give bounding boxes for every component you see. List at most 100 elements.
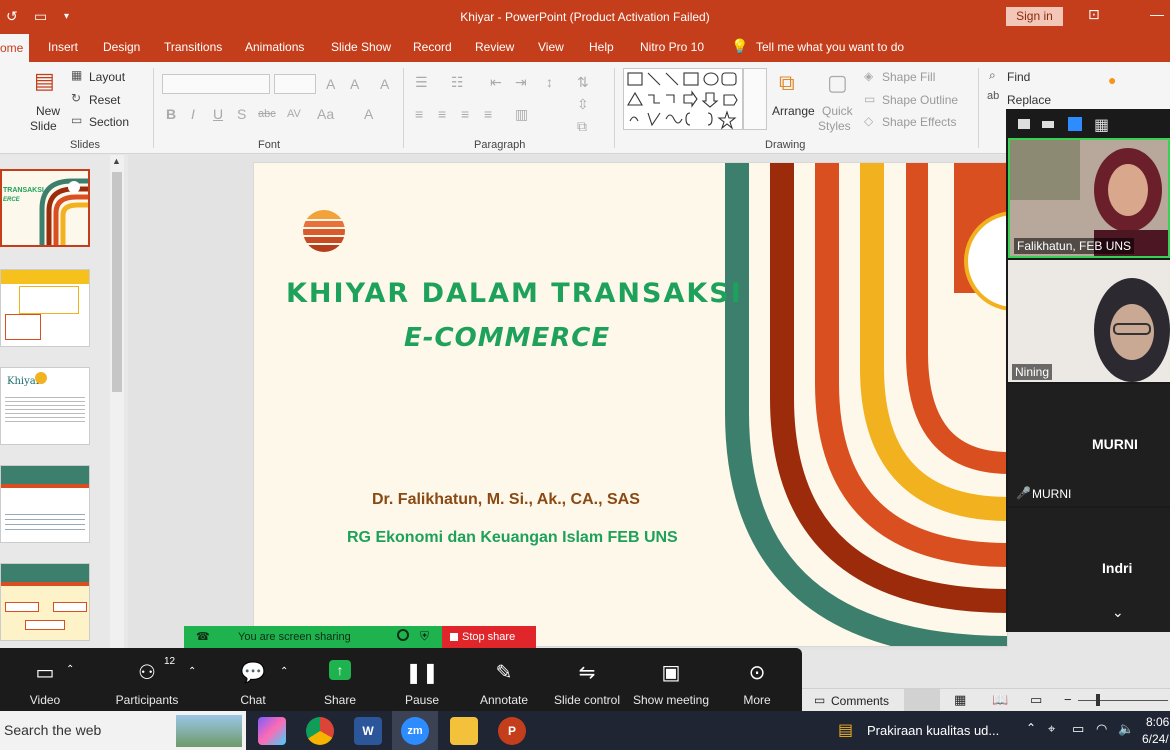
font-family-combo[interactable] xyxy=(162,74,270,94)
spacing-icon[interactable]: AV xyxy=(287,108,301,120)
powerpoint-icon[interactable]: P xyxy=(498,717,526,745)
slide-thumbnail-1[interactable]: TRANSAKSI ERCE xyxy=(0,169,90,247)
chat-button[interactable]: 💬 Chat xyxy=(226,648,280,711)
section-button[interactable]: Section xyxy=(89,115,129,129)
zoom-slider-thumb[interactable] xyxy=(1096,694,1100,706)
record-icon[interactable] xyxy=(397,629,409,641)
annotate-button[interactable]: ✎ Annotate xyxy=(474,648,534,711)
video-tile-2[interactable]: Nining xyxy=(1008,260,1170,382)
slide-sorter-icon[interactable]: ▦ xyxy=(954,692,966,708)
decrease-font-icon[interactable]: A xyxy=(350,76,359,92)
font-color-icon[interactable]: A xyxy=(364,106,373,122)
align-right-icon[interactable]: ≡ xyxy=(461,106,469,122)
zoom-app-icon[interactable]: zm xyxy=(401,717,429,745)
ribbon-display-icon[interactable]: ⊡ xyxy=(1088,6,1100,23)
weather-icon[interactable]: ▤ xyxy=(838,720,853,740)
increase-font-icon[interactable]: A xyxy=(326,76,335,92)
chevron-down-icon[interactable]: ⌄ xyxy=(1112,604,1124,621)
arrange-icon[interactable]: ⧉ xyxy=(779,70,795,96)
weather-text[interactable]: Prakiraan kualitas ud... xyxy=(867,723,999,738)
shadow-icon[interactable]: S xyxy=(237,106,246,122)
quick-styles-icon[interactable]: ▢ xyxy=(827,70,848,96)
shapes-more-button[interactable] xyxy=(743,68,767,130)
decrease-indent-icon[interactable]: ⇤ xyxy=(490,74,502,91)
slide-thumbnail-3[interactable]: Khiyar xyxy=(0,367,90,445)
zoom-slider[interactable] xyxy=(1078,700,1168,701)
current-slide[interactable]: KHIYAR DALAM TRANSAKSI E-COMMERCE Dr. Fa… xyxy=(253,162,1008,647)
replace-button[interactable]: Replace xyxy=(1007,93,1051,107)
tab-slide-show[interactable]: Slide Show xyxy=(331,40,391,54)
share-button[interactable]: ↑ Share xyxy=(312,648,368,711)
tab-view[interactable]: View xyxy=(538,40,564,54)
align-left-icon[interactable]: ≡ xyxy=(415,106,423,122)
video-button[interactable]: ▭ ⌃ Video xyxy=(14,648,76,711)
comments-button[interactable]: Comments xyxy=(831,694,889,708)
minimize-icon[interactable]: — xyxy=(1150,6,1164,22)
chrome-icon[interactable] xyxy=(306,717,334,745)
addins-icon[interactable]: ● xyxy=(1108,72,1116,88)
numbering-icon[interactable]: ☷ xyxy=(451,74,464,91)
location-icon[interactable]: ⌖ xyxy=(1048,721,1055,737)
chevron-up-icon[interactable]: ⌃ xyxy=(66,664,74,675)
slide-thumbnail-4[interactable] xyxy=(0,465,90,543)
tab-animations[interactable]: Animations xyxy=(245,40,304,54)
shield-icon[interactable]: ⛨ xyxy=(420,629,429,644)
participants-button[interactable]: ⚇ 12 Participants xyxy=(110,648,184,711)
chevron-up-icon[interactable]: ⌃ xyxy=(1026,721,1036,735)
tab-design[interactable]: Design xyxy=(103,40,140,54)
underline-icon[interactable]: U xyxy=(213,106,223,122)
volume-icon[interactable]: 🔈 xyxy=(1118,721,1134,737)
copilot-icon[interactable] xyxy=(258,717,286,745)
clock-time[interactable]: 8:06 xyxy=(1146,715,1169,729)
video-tile-1[interactable]: Falikhatun, FEB UNS xyxy=(1008,138,1170,258)
shape-outline-button[interactable]: Shape Outline xyxy=(882,93,958,107)
reading-view-icon[interactable]: 📖 xyxy=(992,692,1008,708)
gallery-view-icon[interactable]: ▦ xyxy=(1094,115,1109,135)
bold-icon[interactable]: B xyxy=(166,106,176,122)
tab-insert[interactable]: Insert xyxy=(48,40,78,54)
clock-date[interactable]: 6/24/ xyxy=(1142,732,1169,746)
strikethrough-icon[interactable]: abc xyxy=(258,108,276,120)
minimize-video-icon[interactable] xyxy=(1042,121,1054,128)
scroll-up-icon[interactable]: ▲ xyxy=(112,156,121,166)
normal-view-icon[interactable] xyxy=(904,689,940,711)
reset-button[interactable]: Reset xyxy=(89,93,120,107)
text-direction-icon[interactable]: ⇅ xyxy=(577,74,589,91)
italic-icon[interactable]: I xyxy=(191,106,195,122)
tell-me-search[interactable]: Tell me what you want to do xyxy=(756,40,904,54)
line-spacing-icon[interactable]: ↕ xyxy=(546,74,553,90)
clear-format-icon[interactable]: A xyxy=(380,76,389,92)
taskbar-search-box[interactable]: Search the web xyxy=(0,711,246,750)
new-slide-button[interactable]: New xyxy=(36,104,60,118)
zoom-out-icon[interactable]: − xyxy=(1064,692,1072,707)
video-tile-4[interactable]: Indri ⌄ xyxy=(1008,508,1170,632)
new-slide-label2[interactable]: Slide xyxy=(30,119,57,133)
tab-home[interactable]: ome xyxy=(0,34,30,62)
layout-button[interactable]: Layout xyxy=(89,70,125,84)
tab-review[interactable]: Review xyxy=(475,40,514,54)
chevron-up-icon[interactable]: ⌃ xyxy=(280,666,288,677)
sign-in-button[interactable]: Sign in xyxy=(1006,7,1063,26)
align-center-icon[interactable]: ≡ xyxy=(438,106,446,122)
change-case-icon[interactable]: Aa xyxy=(317,106,334,122)
shape-fill-button[interactable]: Shape Fill xyxy=(882,70,935,84)
chevron-up-icon[interactable]: ⌃ xyxy=(188,666,196,677)
word-icon[interactable]: W xyxy=(354,717,382,745)
tab-transitions[interactable]: Transitions xyxy=(164,40,222,54)
wifi-icon[interactable]: ◠ xyxy=(1096,721,1107,737)
arrange-button[interactable]: Arrange xyxy=(772,104,815,118)
pause-share-button[interactable]: ❚❚ Pause xyxy=(394,648,450,711)
more-button[interactable]: ⊙ More xyxy=(730,648,784,711)
tab-help[interactable]: Help xyxy=(589,40,614,54)
quick-styles-button[interactable]: Quick xyxy=(822,104,853,118)
show-meeting-button[interactable]: ▣ Show meeting xyxy=(630,648,712,711)
font-size-combo[interactable] xyxy=(274,74,316,94)
thumbnails-scroll-thumb[interactable] xyxy=(112,172,122,392)
quick-styles-label2[interactable]: Styles xyxy=(818,119,851,133)
increase-indent-icon[interactable]: ⇥ xyxy=(515,74,527,91)
slide-control-button[interactable]: ⇋ Slide control xyxy=(550,648,624,711)
tab-nitro[interactable]: Nitro Pro 10 xyxy=(640,40,704,54)
shape-effects-button[interactable]: Shape Effects xyxy=(882,115,957,129)
slideshow-view-icon[interactable]: ▭ xyxy=(1030,692,1042,708)
new-slide-icon[interactable]: ▤ xyxy=(34,68,55,94)
